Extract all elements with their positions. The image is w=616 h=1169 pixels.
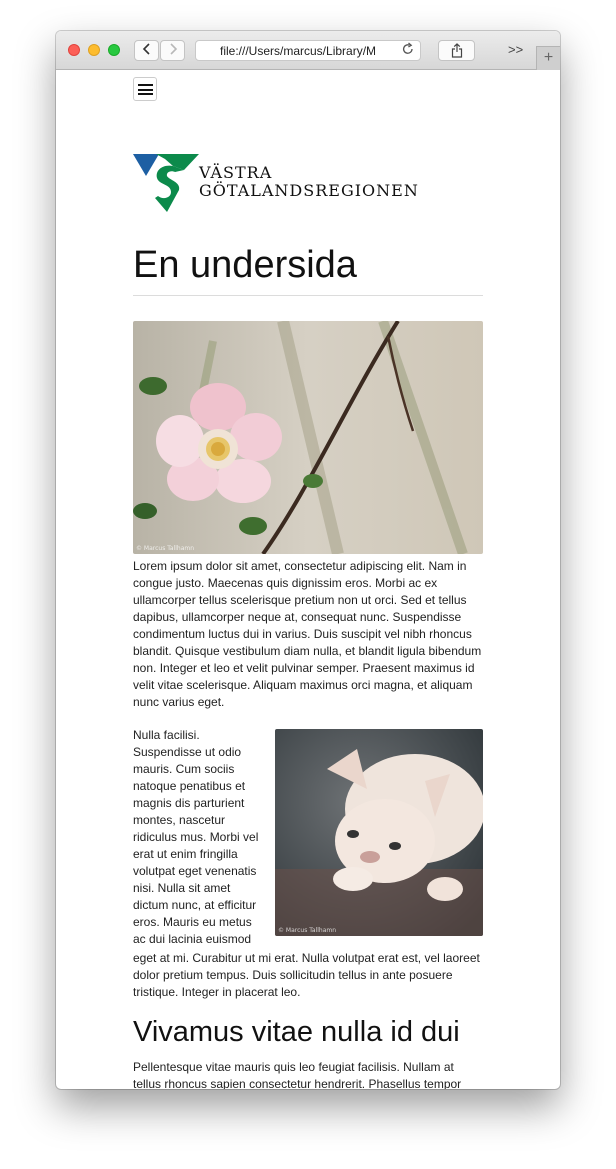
- paragraph-text: Pellentesque vitae mauris quis leo feugi…: [133, 1060, 462, 1089]
- reload-icon[interactable]: [402, 42, 414, 60]
- share-button[interactable]: [438, 40, 475, 61]
- paragraph-text: Nulla facilisi. Suspendisse ut odio maur…: [133, 728, 259, 946]
- logo-text-line-1: VÄSTRA: [199, 163, 273, 182]
- vgr-logo-text[interactable]: VÄSTRA GÖTALANDSREGIONEN: [199, 164, 439, 200]
- address-bar-url[interactable]: file:///Users/marcus/Library/M: [220, 44, 388, 58]
- logo-text-line-2: GÖTALANDSREGIONEN: [199, 181, 419, 200]
- zoom-window-button[interactable]: [108, 44, 120, 56]
- paragraph-text: eget at mi. Curabitur ut mi erat. Nulla …: [133, 951, 480, 999]
- menu-button[interactable]: [133, 77, 157, 101]
- close-window-button[interactable]: [68, 44, 80, 56]
- vgr-logo-mark[interactable]: [133, 154, 199, 217]
- page-content: VÄSTRA GÖTALANDSREGIONEN En undersida © …: [56, 70, 560, 1089]
- forward-button[interactable]: [160, 40, 185, 61]
- rose-photo: © Marcus Tallhamn: [133, 321, 483, 554]
- hamburger-menu-icon-bar: [138, 88, 153, 91]
- title-divider: [133, 295, 483, 296]
- kitten-photo: © Marcus Tallhamn: [275, 729, 483, 936]
- body-paragraph-3: Pellentesque vitae mauris quis leo feugi…: [133, 1059, 483, 1089]
- hamburger-menu-icon-bar: [138, 93, 153, 95]
- new-tab-button[interactable]: +: [536, 46, 560, 70]
- page-title: En undersida: [133, 244, 357, 286]
- browser-window: file:///Users/marcus/Library/M >> + VÄST…: [56, 31, 560, 1089]
- back-button[interactable]: [134, 40, 159, 61]
- address-bar[interactable]: file:///Users/marcus/Library/M: [195, 40, 421, 61]
- section-heading: Vivamus vitae nulla id dui: [133, 1016, 460, 1048]
- chevron-right-icon: [168, 42, 178, 58]
- body-paragraph-2-continued: eget at mi. Curabitur ut mi erat. Nulla …: [133, 950, 483, 1001]
- chevron-left-icon: [142, 42, 152, 58]
- body-paragraph-2-float: Nulla facilisi. Suspendisse ut odio maur…: [133, 727, 263, 948]
- body-paragraph-1: Lorem ipsum dolor sit amet, consectetur …: [133, 558, 483, 711]
- toolbar-overflow-button[interactable]: >>: [508, 43, 523, 57]
- share-icon: [451, 43, 463, 62]
- hamburger-menu-icon: [138, 84, 153, 86]
- minimize-window-button[interactable]: [88, 44, 100, 56]
- paragraph-text: Lorem ipsum dolor sit amet, consectetur …: [133, 559, 482, 709]
- browser-toolbar: file:///Users/marcus/Library/M >> +: [56, 31, 560, 70]
- photo-credit: © Marcus Tallhamn: [136, 545, 195, 552]
- photo-credit: © Marcus Tallhamn: [278, 927, 337, 934]
